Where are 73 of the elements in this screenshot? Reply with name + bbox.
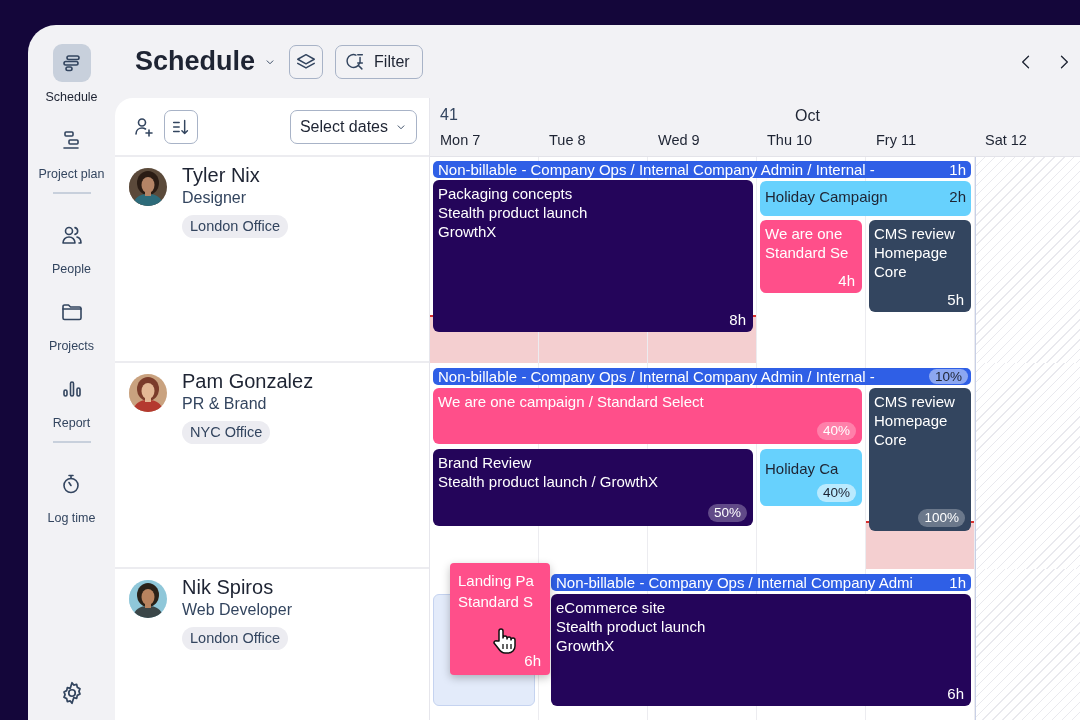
sidebar-item[interactable]: Projects — [46, 293, 97, 353]
event-text: GrowthX — [438, 222, 498, 241]
office-tag: London Office — [182, 215, 289, 238]
event-card[interactable]: CMS review Homepage Core 5h — [869, 220, 971, 312]
week-number: 41 — [439, 105, 459, 125]
event-text: Landing Pa — [458, 571, 535, 591]
date-dropdown[interactable]: Select dates — [289, 109, 417, 144]
event-text: Homepage — [874, 243, 949, 262]
event-text: Stealth product launch — [556, 617, 707, 636]
event-text: eCommerce site — [556, 598, 667, 617]
event-text: Brand Review — [438, 453, 533, 472]
event-text: Core — [874, 430, 908, 449]
event-text: We are one campaign / Standard Select — [438, 392, 705, 411]
event-text: Holiday Campaign — [765, 187, 888, 206]
event-text: CMS review — [874, 224, 956, 243]
event-text: Standard S — [458, 592, 535, 612]
page-title[interactable]: Schedule — [135, 46, 278, 77]
hours-label: 6h — [524, 651, 541, 671]
allocation-badge: 50% — [707, 504, 747, 522]
event-bar-text: Non-billable - Company Ops / Internal Company Admin / Internal - — [438, 161, 875, 178]
day-label: Thu 10 — [766, 131, 814, 150]
event-text: Core — [874, 262, 908, 281]
event-bar-text: Non-billable - Company Ops / Internal Company Admi — [556, 574, 913, 591]
sidebar-item[interactable]: Schedule — [43, 44, 100, 104]
person-role: Web Developer — [182, 601, 292, 619]
person-name: Nik Spiros — [182, 576, 274, 599]
day-label: Fry 11 — [875, 131, 918, 150]
person-role: Designer — [182, 189, 247, 207]
event-bar-text: Non-billable - Company Ops / Internal Company Admin / Internal - — [438, 368, 875, 385]
allocation-badge: 100% — [918, 509, 965, 527]
event-text: Stealth product launch / GrowthX — [438, 472, 660, 491]
person-name: Tyler Nix — [182, 164, 260, 187]
hours-label: 1h — [949, 161, 966, 178]
person-role: PR & Brand — [182, 395, 267, 413]
event-bar[interactable]: Non-billable - Company Ops / Internal Company Admin / Internal - 1h — [433, 161, 971, 178]
allocation-badge: 10% — [928, 369, 968, 384]
event-text: GrowthX — [556, 636, 616, 655]
office-tag: London Office — [182, 627, 289, 650]
person-name: Pam Gonzalez — [182, 370, 314, 393]
event-text: CMS review — [874, 392, 956, 411]
event-card[interactable]: Holiday Campaign 2h — [760, 181, 971, 216]
event-text: Standard Se — [765, 243, 850, 262]
hours-label: 2h — [949, 187, 966, 206]
day-label: Mon 7 — [439, 131, 482, 150]
hours-label: 6h — [947, 684, 964, 703]
filter-button[interactable]: Filter — [335, 44, 423, 79]
sidebar-item[interactable]: Report — [50, 370, 93, 430]
event-text: Stealth product launch — [438, 203, 589, 222]
sidebar-item[interactable]: Project plan — [36, 121, 107, 181]
event-bar[interactable]: Non-billable - Company Ops / Internal Company Admi 1h — [551, 574, 971, 591]
allocation-badge: 40% — [816, 484, 856, 502]
event-text: Homepage — [874, 411, 949, 430]
office-tag: NYC Office — [182, 421, 271, 444]
sidebar-item[interactable]: Log time — [45, 465, 98, 525]
event-card[interactable]: eCommerce site Stealth product launch GrowthX 6h — [551, 594, 971, 706]
month-label: Oct — [794, 106, 821, 126]
hours-label: 8h — [729, 310, 746, 329]
event-text: Packaging concepts — [438, 184, 574, 203]
hours-label: 1h — [949, 574, 966, 591]
event-card[interactable]: Holiday Ca 40% — [760, 449, 862, 506]
event-text: Holiday Ca — [765, 459, 839, 478]
day-label: Tue 8 — [548, 131, 587, 150]
event-text: We are one — [765, 224, 844, 243]
day-label: Wed 9 — [657, 131, 701, 150]
hours-label: 4h — [838, 271, 855, 290]
event-card[interactable]: Brand Review Stealth product launch / GrowthX 50% — [433, 449, 753, 526]
hours-label: 5h — [947, 290, 964, 309]
sidebar-item[interactable]: People — [50, 216, 93, 276]
event-card[interactable]: CMS review Homepage Core 100% — [869, 388, 971, 531]
day-label: Sat 12 — [984, 131, 1028, 150]
allocation-badge: 40% — [816, 422, 856, 440]
event-card[interactable]: Packaging concepts Stealth product launch GrowthX 8h — [433, 180, 753, 332]
event-bar[interactable]: Non-billable - Company Ops / Internal Company Admin / Internal - 10% — [433, 368, 971, 385]
